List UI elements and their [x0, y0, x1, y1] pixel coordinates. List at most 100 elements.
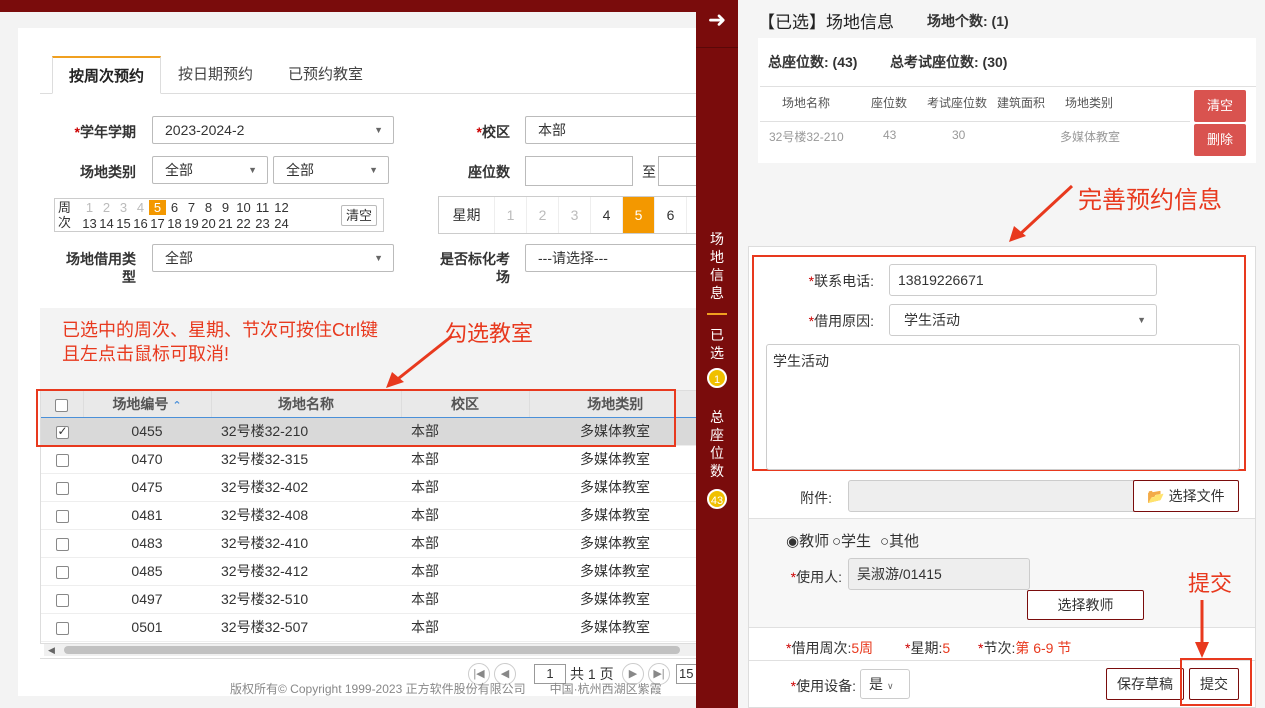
week-cell[interactable]: 22	[234, 216, 253, 231]
campus-select[interactable]: 本部	[525, 116, 705, 144]
standard-exam-select[interactable]: ---请选择---	[525, 244, 705, 272]
week-cell[interactable]: 8	[200, 200, 217, 215]
save-draft-button[interactable]: 保存草稿	[1106, 668, 1184, 700]
week-clear-button[interactable]: 清空	[341, 205, 378, 226]
selected-tab[interactable]: 已选	[696, 326, 738, 362]
table-row[interactable]: 0481 32号楼32-408 本部 多媒体教室	[41, 501, 701, 530]
table-row[interactable]: 0483 32号楼32-410 本部 多媒体教室	[41, 529, 701, 558]
clear-button[interactable]: 清空	[1194, 90, 1246, 122]
term-select[interactable]: 2023-2024-2 ▼	[152, 116, 394, 144]
divider	[760, 121, 1190, 122]
week-cell[interactable]: 20	[200, 216, 217, 231]
week-cell[interactable]: 3	[115, 200, 132, 215]
row-checkbox-cell[interactable]	[41, 501, 83, 530]
row-checkbox[interactable]	[55, 537, 69, 551]
venue-type-select-1[interactable]: 全部 ▼	[152, 156, 268, 184]
cell-code: 0470	[83, 445, 211, 474]
venue-type-select-2[interactable]: 全部 ▼	[273, 156, 389, 184]
row-checkbox[interactable]	[55, 481, 69, 495]
reason-textarea[interactable]: 学生活动	[766, 344, 1240, 470]
row-checkbox[interactable]	[55, 453, 69, 467]
annotation-arrow-1	[386, 334, 453, 388]
week-cell[interactable]: 21	[217, 216, 234, 231]
week-cell[interactable]: 15	[115, 216, 132, 231]
row-checkbox-cell[interactable]	[41, 529, 83, 558]
attachment-input[interactable]	[848, 480, 1134, 512]
phone-input[interactable]: 13819226671	[889, 264, 1157, 296]
week-cell[interactable]: 6	[166, 200, 183, 215]
row-checkbox-cell[interactable]	[41, 613, 83, 642]
selected-panel-title: 【已选】场地信息	[758, 13, 894, 32]
week-cell[interactable]: 16	[132, 216, 149, 231]
divider	[760, 86, 1256, 87]
weekday-cell[interactable]: 6	[655, 197, 687, 233]
week-cell-selected[interactable]: 5	[149, 200, 166, 215]
total-seats-badge: 43	[707, 489, 727, 509]
venue-info-tab[interactable]: 场地信息	[696, 230, 738, 302]
scrollbar-thumb[interactable]	[64, 646, 680, 654]
weekday-bar: 星期 1 2 3 4 5 6	[438, 196, 706, 234]
week-cell[interactable]: 10	[234, 200, 253, 215]
cell-code: 0475	[83, 473, 211, 502]
week-cell[interactable]: 13	[81, 216, 98, 231]
role-radio-student[interactable]: ○学生	[832, 530, 871, 551]
week-cell[interactable]: 2	[98, 200, 115, 215]
row-checkbox[interactable]	[55, 593, 69, 607]
weekday-cell[interactable]: 3	[559, 197, 591, 233]
week-cell[interactable]: 19	[183, 216, 200, 231]
week-cell[interactable]: 18	[166, 216, 183, 231]
row-checkbox-cell[interactable]	[41, 445, 83, 474]
borrow-type-select[interactable]: 全部 ▼	[152, 244, 394, 272]
row-checkbox[interactable]	[55, 509, 69, 523]
delete-button[interactable]: 删除	[1194, 124, 1246, 156]
week-cell[interactable]: 17	[149, 216, 166, 231]
weekday-cell[interactable]: 2	[527, 197, 559, 233]
role-radio-other[interactable]: ○其他	[880, 530, 919, 551]
cell-type: 多媒体教室	[529, 501, 701, 530]
week-cell[interactable]: 12	[272, 200, 291, 215]
week-cell[interactable]: 24	[272, 216, 291, 231]
arrow-right-icon[interactable]: ➜	[696, 0, 738, 48]
row-checkbox[interactable]	[55, 565, 69, 579]
weekday-cell-selected[interactable]: 5	[623, 197, 655, 233]
cell-name: 32号楼32-315	[211, 445, 401, 474]
cell-code: 0485	[83, 557, 211, 586]
seats-min-input[interactable]	[525, 156, 633, 186]
table-row[interactable]: 0470 32号楼32-315 本部 多媒体教室	[41, 445, 701, 474]
chevron-down-icon: ▼	[248, 165, 257, 175]
device-select[interactable]: 是 ∨	[860, 669, 910, 699]
table-row[interactable]: 0485 32号楼32-412 本部 多媒体教室	[41, 557, 701, 586]
tab-booked-rooms[interactable]: 已预约教室	[272, 56, 379, 94]
weekday-cell[interactable]: 4	[591, 197, 623, 233]
choose-teacher-button[interactable]: 选择教师	[1027, 590, 1144, 620]
table-row[interactable]: 0497 32号楼32-510 本部 多媒体教室	[41, 585, 701, 614]
cell-type: 多媒体教室	[529, 529, 701, 558]
table-row[interactable]: 0475 32号楼32-402 本部 多媒体教室	[41, 473, 701, 502]
cell-campus: 本部	[401, 501, 529, 530]
week-cell[interactable]: 11	[253, 200, 272, 215]
venue-count: 场地个数: (1)	[927, 13, 1009, 29]
reason-select[interactable]: 学生活动 ▼	[889, 304, 1157, 336]
exam-seats-summary: 总考试座位数: (30)	[890, 54, 1008, 70]
week-cell[interactable]: 1	[81, 200, 98, 215]
week-cell[interactable]: 7	[183, 200, 200, 215]
venue-type-label: 场地类别	[80, 164, 136, 180]
row-checkbox-cell[interactable]	[41, 473, 83, 502]
week-cell[interactable]: 14	[98, 216, 115, 231]
user-input[interactable]: 吴淑游/01415	[848, 558, 1030, 590]
tab-by-date[interactable]: 按日期预约	[162, 56, 269, 94]
tab-by-week[interactable]: 按周次预约	[52, 56, 162, 94]
week-cell[interactable]: 23	[253, 216, 272, 231]
choose-file-button[interactable]: 📂 选择文件	[1133, 480, 1239, 512]
submit-highlight	[1180, 658, 1252, 706]
week-cell[interactable]: 9	[217, 200, 234, 215]
row-checkbox[interactable]	[55, 621, 69, 635]
total-seats-tab[interactable]: 总座位数	[696, 408, 738, 480]
row-checkbox-cell[interactable]	[41, 557, 83, 586]
scroll-left-icon[interactable]: ◀	[48, 645, 55, 656]
row-checkbox-cell[interactable]	[41, 585, 83, 614]
role-radio-teacher[interactable]: ◉教师	[786, 530, 829, 551]
table-row[interactable]: 0501 32号楼32-507 本部 多媒体教室	[41, 613, 701, 642]
weekday-cell[interactable]: 1	[495, 197, 527, 233]
week-cell[interactable]: 4	[132, 200, 149, 215]
